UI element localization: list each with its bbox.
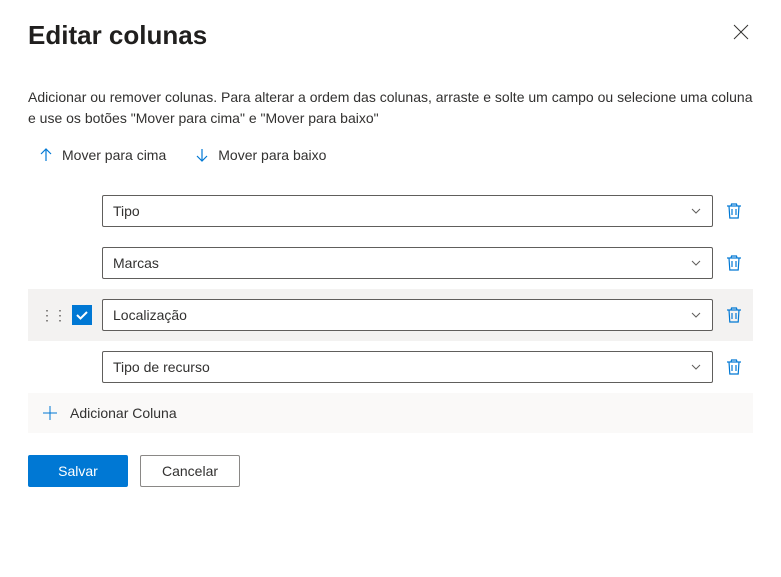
column-select-value: Localização bbox=[113, 307, 187, 323]
trash-icon bbox=[725, 202, 743, 220]
cancel-button[interactable]: Cancelar bbox=[140, 455, 240, 487]
drag-handle-icon[interactable]: ⋮⋮ bbox=[40, 308, 66, 322]
trash-icon bbox=[725, 254, 743, 272]
save-button[interactable]: Salvar bbox=[28, 455, 128, 487]
add-column-button[interactable]: Adicionar Coluna bbox=[28, 393, 753, 433]
column-select-value: Tipo de recurso bbox=[113, 359, 210, 375]
delete-column-button[interactable] bbox=[723, 304, 745, 326]
chevron-down-icon bbox=[690, 257, 702, 269]
column-row: Marcas bbox=[28, 237, 753, 289]
dialog-description: Adicionar ou remover colunas. Para alter… bbox=[28, 87, 753, 129]
chevron-down-icon bbox=[690, 361, 702, 373]
close-button[interactable] bbox=[729, 20, 753, 47]
column-select[interactable]: Marcas bbox=[102, 247, 713, 279]
arrow-up-icon bbox=[38, 147, 54, 163]
chevron-down-icon bbox=[690, 205, 702, 217]
delete-column-button[interactable] bbox=[723, 200, 745, 222]
move-up-button[interactable]: Mover para cima bbox=[38, 147, 166, 163]
column-row: Tipo bbox=[28, 185, 753, 237]
arrow-down-icon bbox=[194, 147, 210, 163]
column-select[interactable]: Tipo bbox=[102, 195, 713, 227]
column-select[interactable]: Tipo de recurso bbox=[102, 351, 713, 383]
dialog-title: Editar colunas bbox=[28, 20, 207, 51]
close-icon bbox=[733, 24, 749, 40]
delete-column-button[interactable] bbox=[723, 252, 745, 274]
delete-column-button[interactable] bbox=[723, 356, 745, 378]
column-row: Tipo de recurso bbox=[28, 341, 753, 393]
trash-icon bbox=[725, 358, 743, 376]
column-select-value: Marcas bbox=[113, 255, 159, 271]
chevron-down-icon bbox=[690, 309, 702, 321]
column-select-value: Tipo bbox=[113, 203, 140, 219]
column-select[interactable]: Localização bbox=[102, 299, 713, 331]
add-column-label: Adicionar Coluna bbox=[70, 405, 177, 421]
plus-icon bbox=[42, 405, 58, 421]
column-row: ⋮⋮ Localização bbox=[28, 289, 753, 341]
row-checkbox[interactable] bbox=[72, 305, 92, 325]
move-down-button[interactable]: Mover para baixo bbox=[194, 147, 326, 163]
trash-icon bbox=[725, 306, 743, 324]
move-down-label: Mover para baixo bbox=[218, 147, 326, 163]
move-up-label: Mover para cima bbox=[62, 147, 166, 163]
checkmark-icon bbox=[75, 308, 89, 322]
column-list: Tipo Marcas bbox=[28, 185, 753, 433]
